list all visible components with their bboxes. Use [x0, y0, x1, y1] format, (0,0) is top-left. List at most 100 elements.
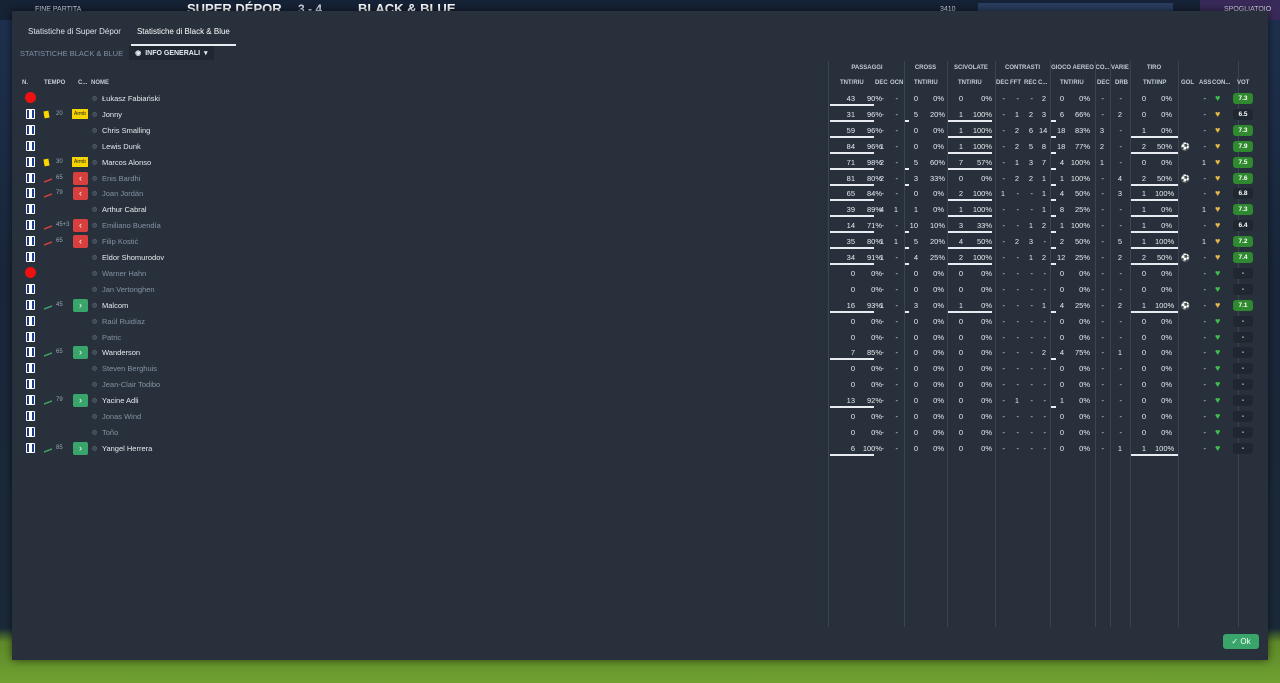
player-name[interactable]: Filip Kostić [102, 237, 138, 246]
player-name[interactable]: Jonas Wind [102, 412, 141, 421]
shot-bar [1131, 263, 1178, 265]
player-name[interactable]: Patric [102, 333, 121, 342]
aerial-bar [1051, 183, 1056, 186]
header-aereo_tnt[interactable]: TNT/RIU [1060, 80, 1084, 86]
header-vot[interactable]: VOT [1237, 80, 1249, 86]
stat-po: - [895, 109, 899, 119]
stat-cf: - [1016, 300, 1020, 310]
stat-s1: 1 [958, 205, 963, 215]
header-co_dec[interactable]: DEC [1097, 80, 1110, 86]
shirt-icon [25, 283, 36, 295]
ok-button[interactable]: ✓ Ok [1223, 634, 1259, 649]
player-name[interactable]: Jan Vertonghen [102, 285, 155, 294]
player-name[interactable]: Toño [102, 428, 118, 437]
stat-ass: - [1203, 221, 1207, 231]
tab-super-depor[interactable]: Statistiche di Super Dépor [22, 23, 127, 46]
table-row[interactable]: ◎ Arthur Cabral 39 89% 4 1 1 0% 1 100% - - -1 8 25% - -1… [12, 202, 1268, 218]
stat-ad: - [1101, 300, 1105, 310]
header-c[interactable]: C... [1038, 80, 1047, 86]
header-sciv_tnt[interactable]: TNT/RIU [958, 80, 982, 86]
table-row[interactable]: ◎ Lewis Dunk 84 96% 1-0 0% 1 100% -2 5 8 18 77% 2-2 50… [12, 139, 1268, 155]
header-fft[interactable]: FFT [1010, 80, 1021, 86]
table-row[interactable]: 45 › ◎ Malcom 16 93% 1-3 0% 1 0% - - -1 4 25% -2 1 100% ⚽ -… [12, 298, 1268, 314]
stat-ass: - [1203, 268, 1207, 278]
player-name[interactable]: Emiliano Buendía [102, 221, 161, 230]
player-name[interactable]: Warner Hahn [102, 269, 146, 278]
header-nome[interactable]: NOME [91, 80, 109, 86]
stat-t1: 0 [1141, 109, 1146, 119]
table-row[interactable]: 85 › ◎ Yangel Herrera 6 100% - -0 0% 0 0% - - - -0 0% -1… [12, 441, 1268, 457]
sub-in-arrow-icon: › [73, 394, 88, 408]
table-row[interactable]: 65 › ◎ Wanderson 7 85% - -0 0% 0 0% - - -2 4 75% -1 0 0% - ♥… [12, 345, 1268, 361]
table-row[interactable]: ◎ Steven Berghuis 0 0% - -0 0% 0 0% - - - -0 0% - -0 0% -… [12, 361, 1268, 377]
header-n[interactable]: N. [22, 80, 28, 86]
player-name[interactable]: Wanderson [102, 348, 140, 357]
stat-po: 1 [893, 237, 898, 247]
header-ass[interactable]: ASS [1199, 80, 1211, 86]
header-rec[interactable]: REC [1024, 80, 1037, 86]
header-tiro[interactable]: TNT/INP [1143, 80, 1166, 86]
stat-ass: 1 [1201, 237, 1206, 247]
table-row[interactable]: 30 Armb ◎ Marcos Alonso 71 98% 2-5 60% 7 57% -1 3 7 4… [12, 155, 1268, 171]
header-tempo[interactable]: TEMPO [44, 80, 65, 86]
header-con[interactable]: CON... [1212, 80, 1230, 86]
stat-s1: 1 [958, 141, 963, 151]
table-row[interactable]: ◎ Jean-Clair Todibo 0 0% - -0 0% 0 0% - - - -0 0% - -0 0… [12, 377, 1268, 393]
table-row[interactable]: ◎ Chris Smalling 59 96% - -0 0% 1 100% -2 6 14 18 83%… [12, 123, 1268, 139]
player-name[interactable]: Łukasz Fabiański [102, 94, 160, 103]
player-name[interactable]: Marcos Alonso [102, 158, 151, 167]
table-row[interactable]: ◎ Jan Vertonghen 0 0% - -0 0% 0 0% - - - -0 0% - -0 0% - ♥… [12, 282, 1268, 298]
stat-cc: 1 [1041, 189, 1046, 199]
view-select[interactable]: ◉ INFO GENERALI ▾ [129, 46, 214, 60]
table-row[interactable]: ◎ Toño 0 0% - -0 0% 0 0% - - - -0 0% - -0 0% - ♥ - [12, 425, 1268, 441]
table-row[interactable]: ◎ Łukasz Fabiański 43 90% - -0 0% 0 0% - - -2 0 0% - -0… [12, 91, 1268, 107]
player-name[interactable]: Enis Bardhi [102, 174, 140, 183]
stat-p1: 0 [850, 332, 855, 342]
subheader: STATISTICHE BLACK & BLUE ◉ INFO GENERALI… [20, 46, 214, 60]
table-row[interactable]: 20 Armb ◎ Jonny 31 96% - -5 20% 1 100% -1 2 3 6 66% -2 0 0… [12, 107, 1268, 123]
stat-cf: 2 [1014, 141, 1019, 151]
player-name[interactable]: Jonny [102, 110, 122, 119]
header-ocn[interactable]: OCN [890, 80, 903, 86]
table-row[interactable]: 79 ‹ ◎ Joan Jordán 65 84% - -0 0% 2 100% 1- -1 4 50% -3… [12, 186, 1268, 202]
stat-p1: 81 [846, 173, 855, 183]
table-row[interactable]: ◎ Eldor Shomurodov 34 91% 1-4 25% 2 100% - -1 2 12 2… [12, 250, 1268, 266]
cross-bar [905, 167, 909, 170]
player-name[interactable]: Eldor Shomurodov [102, 253, 164, 262]
player-name[interactable]: Jean-Clair Todibo [102, 380, 160, 389]
player-name[interactable]: Arthur Cabral [102, 205, 147, 214]
player-name[interactable]: Lewis Dunk [102, 142, 141, 151]
table-row[interactable]: 45+3 ‹ ◎ Emiliano Buendía 14 71% - -10 10% 3 33% - -… [12, 218, 1268, 234]
player-name[interactable]: Raúl Ruidíaz [102, 317, 145, 326]
table-row[interactable]: ◎ Raúl Ruidíaz 0 0% - -0 0% 0 0% - - - -0 0% - -0 0% - ♥ - [12, 314, 1268, 330]
player-name[interactable]: Malcom [102, 301, 128, 310]
stat-t2: 0% [1161, 396, 1172, 406]
tab-black-blue[interactable]: Statistiche di Black & Blue [130, 23, 236, 46]
table-row[interactable]: 79 › ◎ Yacine Adli 13 92% - -0 0% 0 0% -1- -1 0% - -0 0%… [12, 393, 1268, 409]
player-name[interactable]: Chris Smalling [102, 126, 150, 135]
player-name[interactable]: Yacine Adli [102, 396, 139, 405]
table-row[interactable]: ◎ Patric 0 0% - -0 0% 0 0% - - - -0 0% - -0 0% - ♥ - [12, 330, 1268, 346]
stat-c1: 0 [913, 396, 918, 406]
pass-bar [830, 247, 874, 250]
header-gol[interactable]: GOL [1181, 80, 1194, 86]
stat-cd: - [1002, 141, 1006, 151]
sub-out-arrow-icon: ‹ [73, 235, 88, 249]
stat-c1: 0 [913, 316, 918, 326]
header-pass_tnt[interactable]: TNT/RIU [840, 80, 864, 86]
table-row[interactable]: 65 ‹ ◎ Filip Kostić 35 80% 1 1 5 20% 4 50% -2 3-2 50% -… [12, 234, 1268, 250]
header-con_dec[interactable]: DEC [996, 80, 1009, 86]
header-cross_tnt[interactable]: TNT/RIU [914, 80, 938, 86]
header-dec[interactable]: DEC [875, 80, 888, 86]
stat-c2: 0% [933, 189, 944, 199]
table-row[interactable]: ◎ Warner Hahn 0 0% - -0 0% 0 0% - - - -0 0% - -0 0% - ♥ - [12, 266, 1268, 282]
table-row[interactable]: ◎ Jonas Wind 0 0% - -0 0% 0 0% - - - -0 0% - -0 0% - ♥ - [12, 409, 1268, 425]
header-c[interactable]: C... [78, 80, 87, 86]
player-name[interactable]: Steven Berghuis [102, 364, 157, 373]
stat-po: - [895, 253, 899, 262]
shirt-stripe [29, 172, 32, 183]
table-row[interactable]: 65 ‹ ◎ Enis Bardhi 81 80% 2-3 33% 0 0% -2 2 1 1 100% -4… [12, 171, 1268, 187]
header-drb[interactable]: DRB [1115, 80, 1128, 86]
player-name[interactable]: Joan Jordán [102, 189, 143, 198]
player-name[interactable]: Yangel Herrera [102, 444, 152, 453]
